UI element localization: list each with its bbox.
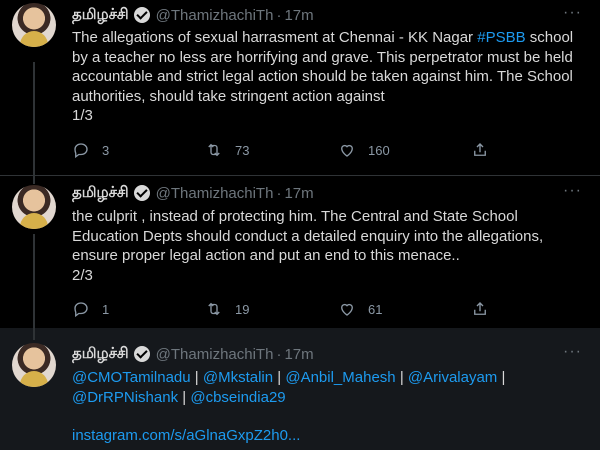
- tweet-text: the culprit , instead of protecting him.…: [72, 207, 582, 285]
- separator-dot: ·: [276, 184, 282, 202]
- mention-link[interactable]: @Mkstalin: [203, 369, 273, 386]
- tweet-3[interactable]: தமிழச்சி @ThamizhachiTh · 17m ··· @CMOTa…: [0, 328, 600, 450]
- like-button[interactable]: 160: [338, 141, 471, 159]
- text-line: authorities, should take stringent actio…: [72, 87, 385, 105]
- link-line: instagram.com/s/aGlnaGxpZ2h0...: [72, 426, 582, 446]
- text-line: 2/3: [72, 266, 93, 284]
- text-line: the culprit , instead of protecting him.…: [72, 208, 518, 225]
- tweet-1[interactable]: தமிழச்சி @ThamizhachiTh · 17m ··· The al…: [0, 0, 600, 176]
- verified-badge-icon: [133, 346, 150, 362]
- author-handle[interactable]: @ThamizhachiTh: [156, 7, 274, 24]
- text-line: Education Depts should conduct a detaile…: [72, 227, 544, 245]
- retweet-count: 73: [235, 142, 250, 158]
- mention-link[interactable]: @cbseindia29: [190, 389, 285, 406]
- timestamp[interactable]: 17m: [284, 185, 313, 202]
- author-name[interactable]: தமிழச்சி: [72, 6, 129, 25]
- separator: |: [501, 369, 506, 386]
- share-icon: [474, 302, 486, 315]
- more-icon[interactable]: ···: [563, 343, 582, 361]
- timestamp[interactable]: 17m: [284, 7, 313, 24]
- retweet-icon: [208, 143, 220, 157]
- verified-badge-icon: [133, 185, 150, 201]
- like-count: 61: [368, 301, 383, 317]
- thread-line: [33, 176, 35, 184]
- author-name[interactable]: தமிழச்சி: [72, 345, 129, 364]
- share-button[interactable]: [471, 300, 501, 318]
- reply-count: 1: [102, 301, 110, 317]
- reply-icon: [74, 143, 88, 159]
- hashtag-link[interactable]: #PSBB: [477, 29, 525, 46]
- thread-line: [33, 234, 35, 328]
- separator: |: [182, 388, 187, 406]
- mention-link[interactable]: @Anbil_Mahesh: [285, 369, 395, 386]
- timestamp[interactable]: 17m: [284, 346, 313, 363]
- share-icon: [474, 143, 486, 156]
- tweet-header: தமிழச்சி @ThamizhachiTh · 17m: [72, 182, 314, 204]
- reply-button[interactable]: 1: [72, 300, 205, 318]
- like-count: 160: [368, 142, 390, 158]
- retweet-icon: [208, 302, 220, 316]
- avatar[interactable]: [12, 185, 56, 229]
- thread-line: [33, 328, 35, 340]
- tweet-header: தமிழச்சி @ThamizhachiTh · 17m: [72, 343, 314, 365]
- like-icon: [341, 303, 353, 316]
- mention-link[interactable]: @DrRPNishank: [72, 389, 178, 406]
- retweet-count: 19: [235, 301, 250, 317]
- text-line: 1/3: [72, 107, 93, 124]
- retweet-button[interactable]: 19: [205, 300, 338, 318]
- mention-link[interactable]: @CMOTamilnadu: [72, 369, 191, 386]
- verified-badge-icon: [133, 7, 150, 23]
- author-name[interactable]: தமிழச்சி: [72, 184, 129, 203]
- reply-icon: [74, 302, 88, 318]
- reply-count: 3: [102, 142, 110, 158]
- separator: |: [399, 369, 404, 386]
- tweet-text: @CMOTamilnadu | @Mkstalin | @Anbil_Mahes…: [72, 368, 582, 446]
- text-line: by a teacher no less are horrifying and …: [72, 48, 573, 66]
- mentions-line: @CMOTamilnadu | @Mkstalin | @Anbil_Mahes…: [72, 368, 582, 388]
- mention-link[interactable]: @Arivalayam: [408, 369, 497, 386]
- tweet-text: The allegations of sexual harrasment at …: [72, 28, 582, 126]
- author-handle[interactable]: @ThamizhachiTh: [156, 346, 274, 363]
- share-button[interactable]: [471, 141, 501, 159]
- separator-dot: ·: [276, 6, 282, 24]
- more-icon[interactable]: ···: [563, 4, 582, 22]
- mentions-line: @DrRPNishank | @cbseindia29: [72, 388, 582, 408]
- reply-button[interactable]: 3: [72, 141, 205, 159]
- action-bar: 1 19 61: [72, 297, 502, 321]
- like-button[interactable]: 61: [338, 300, 471, 318]
- separator-dot: ·: [276, 345, 282, 363]
- more-icon[interactable]: ···: [563, 182, 582, 200]
- text-line: ensure proper legal action and put an en…: [72, 247, 460, 264]
- external-link[interactable]: instagram.com/s/aGlnaGxpZ2h0...: [72, 427, 300, 444]
- separator: |: [194, 369, 199, 386]
- author-handle[interactable]: @ThamizhachiTh: [156, 185, 274, 202]
- action-bar: 3 73 160: [72, 138, 502, 162]
- tweet-2[interactable]: தமிழச்சி @ThamizhachiTh · 17m ··· the cu…: [0, 176, 600, 328]
- like-icon: [341, 144, 353, 157]
- avatar[interactable]: [12, 3, 56, 47]
- tweet-header: தமிழச்சி @ThamizhachiTh · 17m: [72, 4, 314, 26]
- text-line: The allegations of sexual harrasment at …: [72, 29, 574, 46]
- text-line: accountable and strict legal action shou…: [72, 68, 573, 85]
- thread-line: [33, 62, 35, 176]
- retweet-button[interactable]: 73: [205, 141, 338, 159]
- separator: |: [277, 369, 282, 386]
- avatar[interactable]: [12, 343, 56, 387]
